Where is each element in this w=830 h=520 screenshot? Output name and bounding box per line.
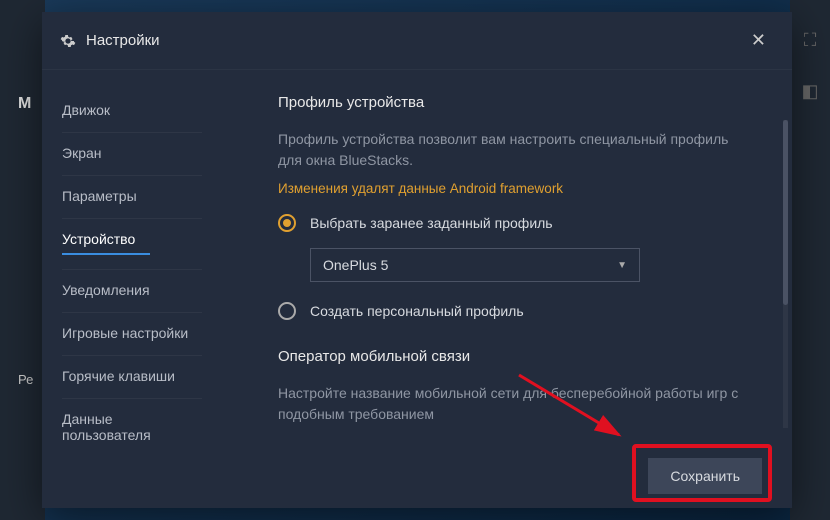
radio-label: Создать персональный профиль bbox=[310, 303, 524, 319]
warning-text: Изменения удалят данные Android framewor… bbox=[278, 181, 756, 196]
modal-footer: Сохранить bbox=[42, 444, 792, 508]
sidebar-item-label: Параметры bbox=[62, 188, 137, 204]
scrollbar-thumb[interactable] bbox=[783, 120, 788, 305]
sidebar-item-label: Уведомления bbox=[62, 282, 150, 298]
save-button[interactable]: Сохранить bbox=[648, 458, 762, 494]
sidebar-item-params[interactable]: Параметры bbox=[62, 176, 202, 219]
radio-icon bbox=[278, 302, 296, 320]
gear-icon bbox=[60, 33, 76, 49]
section-title-device-profile: Профиль устройства bbox=[278, 94, 756, 111]
device-profile-select[interactable]: OnePlus 5 ▼ bbox=[310, 248, 640, 282]
sidebar-item-screen[interactable]: Экран bbox=[62, 133, 202, 176]
bg-sidebar-icon: ◧ bbox=[790, 81, 830, 102]
sidebar-item-label: Данные пользователя bbox=[62, 411, 151, 443]
sidebar-item-hotkeys[interactable]: Горячие клавиши bbox=[62, 356, 202, 399]
radio-custom-profile[interactable]: Создать персональный профиль bbox=[278, 302, 756, 320]
bg-sidebar-icon: ⛶ bbox=[790, 30, 830, 51]
close-icon[interactable]: ✕ bbox=[743, 26, 774, 55]
sidebar-item-device[interactable]: Устройство bbox=[62, 219, 202, 270]
radio-icon bbox=[278, 214, 296, 232]
sidebar-item-game-settings[interactable]: Игровые настройки bbox=[62, 313, 202, 356]
radio-label: Выбрать заранее заданный профиль bbox=[310, 215, 553, 231]
bg-text: M bbox=[18, 95, 31, 113]
sidebar: Движок Экран Параметры Устройство Уведом… bbox=[42, 70, 222, 508]
section-title-carrier: Оператор мобильной связи bbox=[278, 348, 756, 365]
section-desc: Профиль устройства позволит вам настроит… bbox=[278, 129, 756, 171]
sidebar-item-label: Горячие клавиши bbox=[62, 368, 175, 384]
sidebar-item-label: Экран bbox=[62, 145, 102, 161]
sidebar-item-engine[interactable]: Движок bbox=[62, 90, 202, 133]
content-pane: Профиль устройства Профиль устройства по… bbox=[222, 70, 792, 508]
modal-header: Настройки ✕ bbox=[42, 12, 792, 70]
chevron-down-icon: ▼ bbox=[617, 260, 627, 271]
sidebar-item-label: Движок bbox=[62, 102, 110, 118]
scrollbar[interactable] bbox=[783, 120, 788, 428]
modal-title: Настройки bbox=[86, 32, 743, 49]
sidebar-item-notifications[interactable]: Уведомления bbox=[62, 270, 202, 313]
bg-text: Ре bbox=[18, 372, 33, 387]
section-desc: Настройте название мобильной сети для бе… bbox=[278, 383, 756, 425]
settings-modal: Настройки ✕ Движок Экран Параметры Устро… bbox=[42, 12, 792, 508]
sidebar-item-label: Устройство bbox=[62, 231, 135, 247]
radio-predefined-profile[interactable]: Выбрать заранее заданный профиль bbox=[278, 214, 756, 232]
select-value: OnePlus 5 bbox=[323, 257, 388, 273]
sidebar-item-label: Игровые настройки bbox=[62, 325, 188, 341]
